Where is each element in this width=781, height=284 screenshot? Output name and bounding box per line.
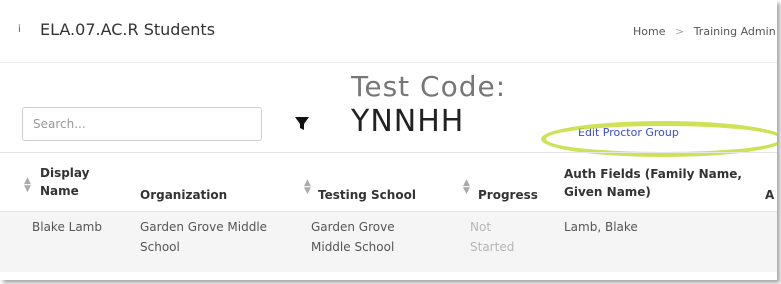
test-code-label: Test Code: (351, 70, 507, 103)
sort-icon[interactable]: ▲ ▼ (463, 179, 470, 196)
edit-proctor-group-link[interactable]: Edit Proctor Group (578, 126, 679, 139)
column-auth-fields[interactable]: Auth Fields (Family Name, Given Name) (564, 165, 760, 201)
cell-organization: Garden Grove Middle School (140, 220, 268, 254)
breadcrumb-current[interactable]: Training Admin (694, 25, 776, 38)
breadcrumb: Home > Training Admin (633, 25, 776, 38)
column-organization[interactable]: Organization (140, 186, 227, 204)
test-code-value: YNNHH (351, 104, 465, 139)
page-header: i ELA.07.AC.R Students Home > Training A… (0, 0, 777, 63)
cell-display-name: Blake Lamb (32, 220, 102, 234)
page-title: ELA.07.AC.R Students (40, 20, 216, 39)
cell-testing-school: Garden Grove Middle School (311, 220, 395, 254)
breadcrumb-home-link[interactable]: Home (633, 25, 665, 38)
filter-button[interactable] (285, 106, 319, 140)
column-progress[interactable]: Progress (478, 186, 538, 204)
column-partial[interactable]: A (765, 186, 774, 204)
sort-icon[interactable]: ▲ ▼ (24, 177, 31, 194)
search-input[interactable] (22, 107, 262, 141)
chevron-right-icon: > (674, 25, 685, 38)
table-row[interactable]: Blake Lamb Garden Grove Middle School Ga… (0, 212, 777, 272)
column-display-name[interactable]: Display Name (40, 164, 120, 200)
column-testing-school[interactable]: Testing School (318, 186, 416, 204)
filter-icon (295, 117, 309, 130)
cell-auth-fields: Lamb, Blake (564, 220, 638, 234)
screenshot-frame: i ELA.07.AC.R Students Home > Training A… (0, 0, 777, 280)
cell-progress: Not Started (470, 220, 515, 254)
sort-icon[interactable]: ▲ ▼ (304, 179, 311, 196)
left-edge-fragment: i (18, 24, 21, 35)
table-header: ▲ ▼ Display Name Organization ▲ ▼ Testing … (0, 152, 777, 213)
